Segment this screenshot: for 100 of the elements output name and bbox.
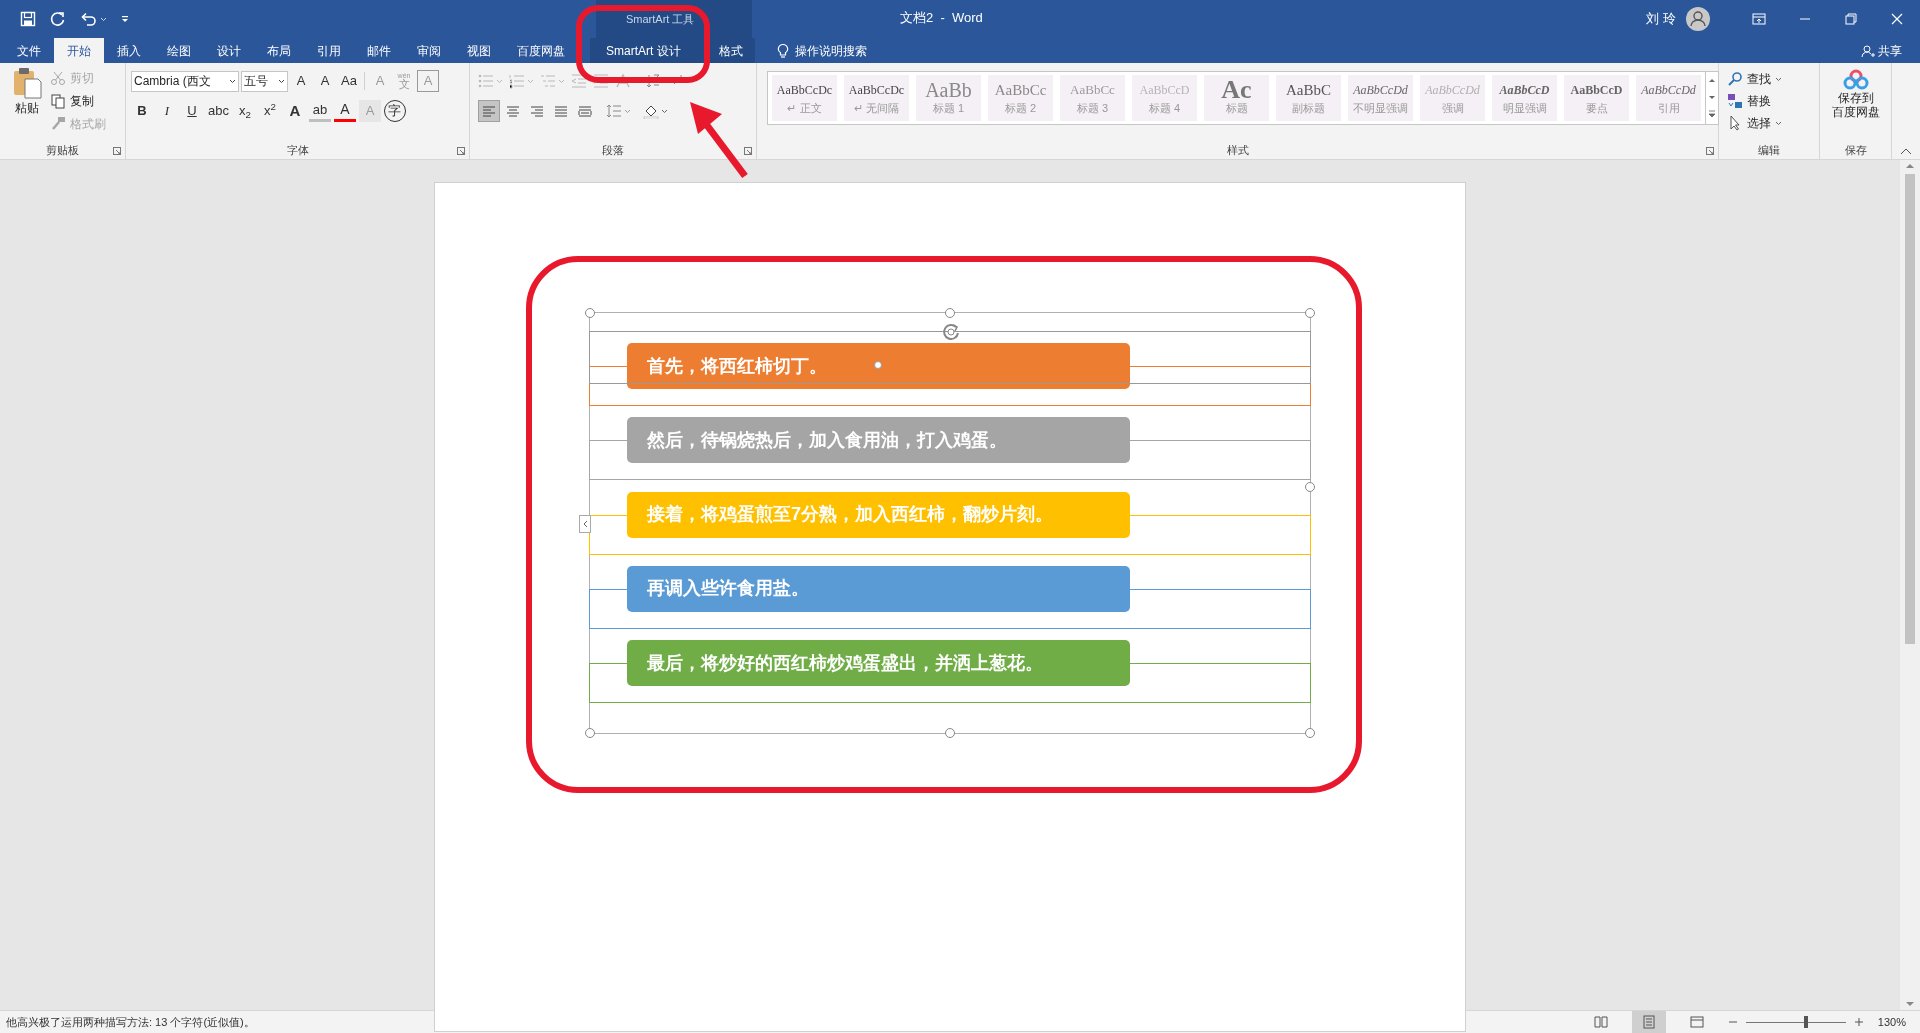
- alignment-icon: [481, 103, 497, 119]
- style-item[interactable]: AaBbCcDd 不明显强调: [1348, 75, 1413, 121]
- group-label: 字体: [286, 143, 309, 159]
- resize-handle[interactable]: [585, 308, 595, 318]
- style-item[interactable]: AaBbCcD 明显强调: [1492, 75, 1557, 121]
- cloud-rings-icon: [1842, 69, 1869, 91]
- alignment-icon: [553, 103, 569, 119]
- adjust-handle[interactable]: [874, 361, 882, 369]
- rotate-handle-icon[interactable]: [940, 321, 962, 343]
- ribbon-tab[interactable]: 百度网盘: [504, 38, 578, 63]
- resize-handle[interactable]: [1305, 728, 1315, 738]
- replace-button[interactable]: 替换: [1727, 91, 1819, 111]
- vertical-scrollbar[interactable]: [1900, 160, 1920, 1010]
- repeat-icon[interactable]: [50, 11, 66, 27]
- search-icon: [1727, 71, 1743, 87]
- tell-me-search[interactable]: 操作说明搜索: [794, 41, 867, 60]
- font-tool-button[interactable]: A: [283, 100, 306, 122]
- view-icon: [1688, 1014, 1705, 1030]
- zoom-level[interactable]: 130%: [1877, 1013, 1906, 1031]
- resize-handle[interactable]: [945, 728, 955, 738]
- group-label: 剪贴板: [46, 143, 79, 159]
- style-item[interactable]: AaBbCcD 要点: [1564, 75, 1629, 121]
- caret-icon[interactable]: [278, 78, 285, 84]
- font-size-field[interactable]: 五号: [241, 70, 288, 92]
- restore-icon[interactable]: [1843, 11, 1859, 27]
- group-label: 段落: [602, 143, 624, 159]
- zoom-in-icon[interactable]: [1853, 1017, 1864, 1027]
- ribbon-tab[interactable]: 设计: [204, 38, 254, 63]
- group-label: 保存: [1844, 143, 1867, 159]
- avatar-icon[interactable]: [1686, 7, 1710, 31]
- customize-icon[interactable]: [121, 15, 129, 23]
- ribbon-tab[interactable]: 引用: [304, 38, 354, 63]
- alignment-icon: [505, 103, 521, 119]
- chevron-left-icon: [582, 520, 588, 528]
- ribbon-display-icon[interactable]: [1751, 11, 1767, 27]
- resize-handle[interactable]: [1305, 308, 1315, 318]
- window-title: 文档2 - Word: [900, 9, 983, 27]
- save-to-cloud-button[interactable]: 保存到 百度网盘: [1831, 69, 1880, 142]
- caret-icon[interactable]: [1775, 120, 1782, 126]
- find-button[interactable]: 查找: [1727, 69, 1819, 89]
- font-tool-button[interactable]: B: [131, 100, 153, 122]
- ribbon-tab[interactable]: 文件: [4, 38, 54, 63]
- group-label: 编辑: [1758, 143, 1780, 159]
- font-tool-button[interactable]: x$^{2}$: [258, 100, 281, 122]
- lightbulb-icon[interactable]: [776, 42, 789, 59]
- pointer-icon: [1727, 115, 1743, 131]
- contextual-tools-label: SmartArt 工具: [626, 11, 695, 27]
- style-item[interactable]: Ac 标题: [1204, 75, 1269, 121]
- line-spacing-icon[interactable]: [606, 103, 622, 119]
- font-tool-button[interactable]: x$_{2}$: [233, 100, 256, 122]
- dialog-launcher-icon[interactable]: [744, 147, 752, 155]
- font-tool-button[interactable]: ab: [308, 100, 331, 122]
- ribbon-tab[interactable]: 开始: [54, 38, 104, 63]
- ribbon-tab[interactable]: 布局: [254, 38, 304, 63]
- style-item[interactable]: AaBbCcDc ↵ 正文: [772, 75, 837, 121]
- dialog-launcher-icon[interactable]: [457, 147, 465, 155]
- caret-icon[interactable]: [1775, 76, 1782, 82]
- close-icon[interactable]: [1889, 11, 1905, 27]
- resize-handle[interactable]: [945, 308, 955, 318]
- caret-icon[interactable]: [661, 108, 668, 114]
- collapse-ribbon-icon[interactable]: [1900, 147, 1912, 155]
- paste-button[interactable]: 粘贴: [10, 67, 44, 142]
- person-add-icon: [1861, 43, 1875, 58]
- font-tool-button[interactable]: I: [156, 100, 178, 122]
- resize-handle[interactable]: [1305, 482, 1315, 493]
- undo-icon[interactable]: [80, 11, 96, 27]
- style-item[interactable]: AaBbC 副标题: [1276, 75, 1341, 121]
- font-tool-button[interactable]: A: [314, 70, 336, 92]
- dialog-launcher-icon[interactable]: [1706, 147, 1714, 155]
- clipboard-copy-button[interactable]: 复制: [50, 91, 106, 111]
- text-pane-toggle[interactable]: [579, 515, 591, 533]
- ribbon-tab[interactable]: 审阅: [404, 38, 454, 63]
- ribbon-tab[interactable]: 视图: [454, 38, 504, 63]
- ribbon-tab[interactable]: 邮件: [354, 38, 404, 63]
- save-icon[interactable]: [20, 11, 36, 27]
- select-button[interactable]: 选择: [1727, 113, 1819, 133]
- font-tool-button[interactable]: abc: [206, 100, 231, 122]
- user-name: 刘 玲: [1646, 10, 1676, 29]
- font-tool-button[interactable]: A: [333, 100, 356, 122]
- font-tool-button[interactable]: A: [290, 70, 312, 92]
- font-tool-button[interactable]: U: [181, 100, 203, 122]
- sort-icon[interactable]: [646, 73, 662, 89]
- view-print-button[interactable]: [1631, 1011, 1666, 1033]
- ribbon-tab[interactable]: SmartArt 设计: [590, 38, 697, 63]
- zoom-slider-thumb[interactable]: [1804, 1016, 1809, 1028]
- resize-handle[interactable]: [585, 728, 595, 738]
- font-name-field[interactable]: Cambria (西文: [131, 70, 239, 92]
- dialog-launcher-icon[interactable]: [113, 147, 121, 155]
- share-button[interactable]: 共享: [1861, 38, 1902, 63]
- align-left-button[interactable]: [478, 100, 500, 122]
- ribbon-tab[interactable]: 绘图: [154, 38, 204, 63]
- ribbon-tab[interactable]: 插入: [104, 38, 154, 63]
- caret-icon[interactable]: [229, 78, 236, 84]
- font-tool-button[interactable]: Aa: [338, 70, 360, 92]
- paint-bucket-icon[interactable]: [643, 103, 659, 119]
- style-item[interactable]: AaBbCcDc ↵ 无间隔: [844, 75, 909, 121]
- scrollbar-thumb[interactable]: [1905, 174, 1915, 644]
- zoom-slider[interactable]: [1743, 1016, 1848, 1028]
- scissors-icon: [50, 70, 66, 86]
- style-item[interactable]: AaBbCcDd 引用: [1636, 75, 1701, 121]
